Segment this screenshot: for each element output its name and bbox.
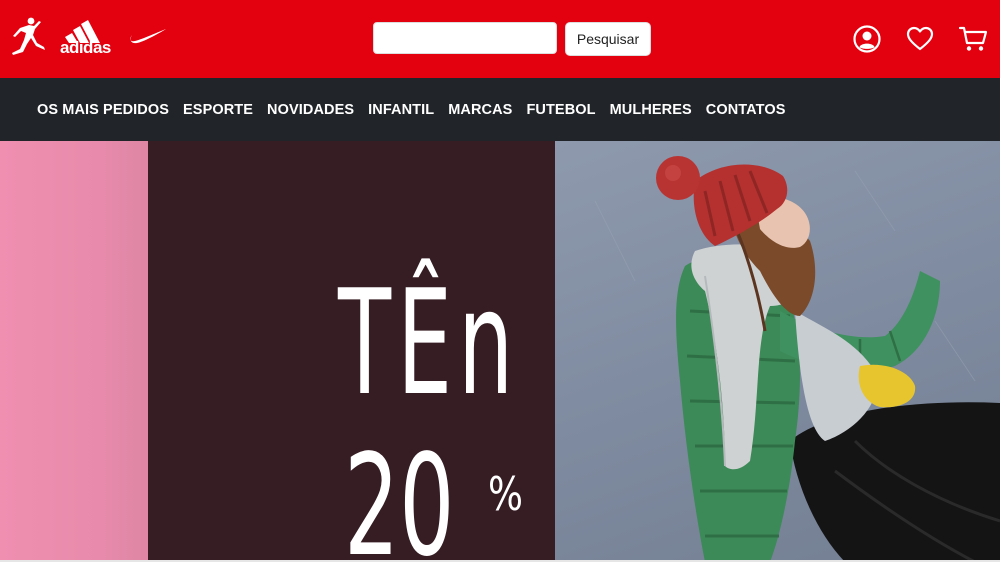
adidas-stripes-icon: adidas (60, 17, 112, 57)
nav-item-contatos[interactable]: CONTATOS (706, 102, 786, 118)
nav-list: OS MAIS PEDIDOS ESPORTE NOVIDADES INFANT… (37, 78, 786, 141)
swoosh-icon (130, 29, 166, 44)
hero-banner[interactable]: TÊn 20 % (0, 141, 1000, 562)
nav-item-mulheres[interactable]: MULHERES (610, 102, 692, 118)
adidas-wordmark: adidas (60, 38, 111, 57)
nav-item-futebol[interactable]: FUTEBOL (526, 102, 595, 118)
nav-item-marcas[interactable]: MARCAS (448, 102, 512, 118)
nav-item-os-mais-pedidos[interactable]: OS MAIS PEDIDOS (37, 102, 169, 118)
search-button[interactable]: Pesquisar (565, 22, 651, 56)
heart-icon (906, 26, 934, 51)
favorites-button[interactable] (905, 24, 935, 54)
search-input[interactable] (373, 22, 557, 54)
cart-button[interactable] (958, 24, 988, 54)
nav-item-novidades[interactable]: NOVIDADES (267, 102, 354, 118)
banner-promo-panel: TÊn 20 % (148, 141, 555, 562)
jordan-logo[interactable] (9, 14, 47, 60)
promo-headline: TÊn (338, 259, 520, 428)
promo-percent-sign: % (488, 467, 523, 521)
nav-item-infantil[interactable]: INFANTIL (368, 102, 434, 118)
search-bar: Pesquisar (373, 22, 651, 56)
main-nav: OS MAIS PEDIDOS ESPORTE NOVIDADES INFANT… (0, 78, 1000, 141)
promo-discount-number: 20 (344, 425, 455, 562)
model-photo-illustration (594, 156, 1000, 562)
account-button[interactable] (852, 24, 882, 54)
jumpman-icon (12, 17, 45, 55)
top-header: adidas Pesquisar (0, 0, 1000, 78)
banner-photo (555, 141, 1000, 562)
cart-icon (958, 26, 988, 51)
banner-pink-panel (0, 141, 148, 562)
nike-logo[interactable] (128, 14, 168, 60)
adidas-logo[interactable]: adidas (60, 14, 112, 60)
user-circle-icon (853, 25, 881, 53)
nav-item-esporte[interactable]: ESPORTE (183, 102, 253, 118)
